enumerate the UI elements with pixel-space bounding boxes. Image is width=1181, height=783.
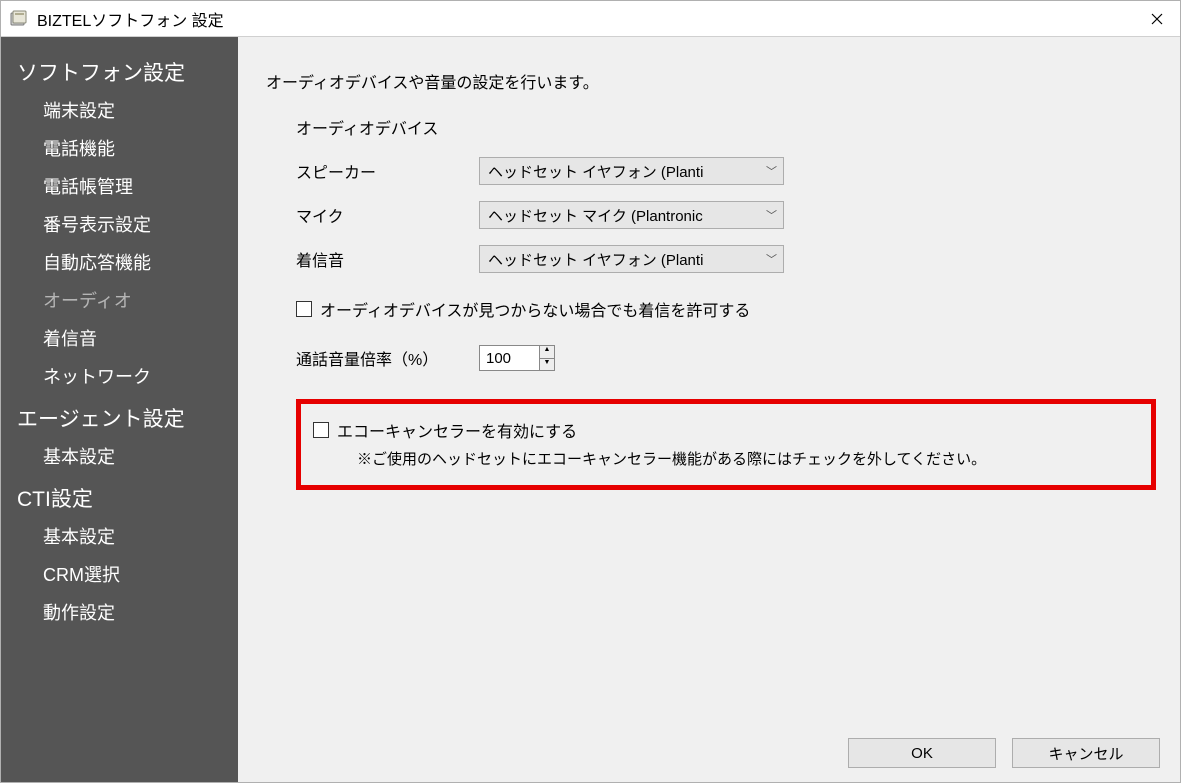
sidebar-item-auto-answer[interactable]: 自動応答機能 [1, 243, 238, 281]
ok-button[interactable]: OK [848, 738, 996, 768]
close-icon [1151, 13, 1163, 25]
volume-rate-input[interactable] [479, 345, 539, 371]
mic-select[interactable]: ヘッドセット マイク (Plantronic ﹀ [479, 201, 784, 229]
speaker-select[interactable]: ヘッドセット イヤフォン (Planti ﹀ [479, 157, 784, 185]
ringtone-select[interactable]: ヘッドセット イヤフォン (Planti ﹀ [479, 245, 784, 273]
volume-rate-spinner: ▲ ▼ [479, 345, 555, 371]
window-body: ソフトフォン設定 端末設定 電話機能 電話帳管理 番号表示設定 自動応答機能 オ… [1, 37, 1180, 782]
volume-rate-label: 通話音量倍率（%） [296, 346, 479, 370]
ringtone-select-value: ヘッドセット イヤフォン (Planti [488, 249, 760, 270]
mic-select-value: ヘッドセット マイク (Plantronic [488, 205, 760, 226]
mic-label: マイク [296, 203, 479, 227]
sidebar-item-number-display[interactable]: 番号表示設定 [1, 205, 238, 243]
volume-rate-up[interactable]: ▲ [540, 346, 554, 358]
speaker-select-value: ヘッドセット イヤフォン (Planti [488, 161, 760, 182]
window-title: BIZTELソフトフォン 設定 [37, 7, 224, 31]
allow-no-device-label: オーディオデバイスが見つからない場合でも着信を許可する [320, 297, 750, 321]
speaker-row: スピーカー ヘッドセット イヤフォン (Planti ﹀ [296, 157, 1156, 185]
sidebar-section-softphone: ソフトフォン設定 [1, 49, 238, 91]
sidebar-item-network[interactable]: ネットワーク [1, 357, 238, 395]
sidebar-item-cti-action[interactable]: 動作設定 [1, 593, 238, 631]
page-heading: オーディオデバイスや音量の設定を行います。 [266, 69, 1156, 93]
title-bar: BIZTELソフトフォン 設定 [1, 1, 1180, 37]
speaker-label: スピーカー [296, 159, 479, 183]
sidebar-item-cti-basic[interactable]: 基本設定 [1, 517, 238, 555]
ringtone-row: 着信音 ヘッドセット イヤフォン (Planti ﹀ [296, 245, 1156, 273]
chevron-down-icon: ﹀ [766, 207, 777, 223]
sidebar-section-cti: CTI設定 [1, 475, 238, 517]
dialog-footer: OK キャンセル [848, 738, 1160, 768]
echo-canceller-label: エコーキャンセラーを有効にする [337, 418, 577, 442]
allow-no-device-row[interactable]: オーディオデバイスが見つからない場合でも着信を許可する [296, 297, 1156, 321]
sidebar-section-agent: エージェント設定 [1, 395, 238, 437]
ringtone-label: 着信音 [296, 247, 479, 271]
cancel-button[interactable]: キャンセル [1012, 738, 1160, 768]
allow-no-device-checkbox[interactable] [296, 301, 312, 317]
sidebar-item-crm-select[interactable]: CRM選択 [1, 555, 238, 593]
echo-canceller-checkbox[interactable] [313, 422, 329, 438]
echo-canceller-row[interactable]: エコーキャンセラーを有効にする [313, 418, 1139, 442]
sidebar-item-phonebook[interactable]: 電話帳管理 [1, 167, 238, 205]
echo-canceller-highlight: エコーキャンセラーを有効にする ※ご使用のヘッドセットにエコーキャンセラー機能が… [296, 399, 1156, 490]
sidebar-item-terminal-settings[interactable]: 端末設定 [1, 91, 238, 129]
chevron-down-icon: ﹀ [766, 163, 777, 179]
close-button[interactable] [1134, 1, 1180, 37]
app-icon [9, 9, 29, 29]
audio-device-heading: オーディオデバイス [296, 115, 1156, 139]
main-panel: オーディオデバイスや音量の設定を行います。 オーディオデバイス スピーカー ヘッ… [238, 37, 1180, 782]
volume-rate-row: 通話音量倍率（%） ▲ ▼ [296, 345, 1156, 371]
settings-window: BIZTELソフトフォン 設定 ソフトフォン設定 端末設定 電話機能 電話帳管理… [0, 0, 1181, 783]
echo-canceller-note: ※ご使用のヘッドセットにエコーキャンセラー機能がある際にはチェックを外してくださ… [313, 448, 1139, 469]
sidebar-item-audio[interactable]: オーディオ [1, 281, 238, 319]
audio-form: オーディオデバイス スピーカー ヘッドセット イヤフォン (Planti ﹀ マ… [266, 115, 1156, 490]
sidebar-item-phone-features[interactable]: 電話機能 [1, 129, 238, 167]
sidebar-item-ringtone[interactable]: 着信音 [1, 319, 238, 357]
volume-rate-down[interactable]: ▼ [540, 358, 554, 370]
sidebar-item-agent-basic[interactable]: 基本設定 [1, 437, 238, 475]
mic-row: マイク ヘッドセット マイク (Plantronic ﹀ [296, 201, 1156, 229]
sidebar: ソフトフォン設定 端末設定 電話機能 電話帳管理 番号表示設定 自動応答機能 オ… [1, 37, 238, 782]
chevron-down-icon: ﹀ [766, 251, 777, 267]
